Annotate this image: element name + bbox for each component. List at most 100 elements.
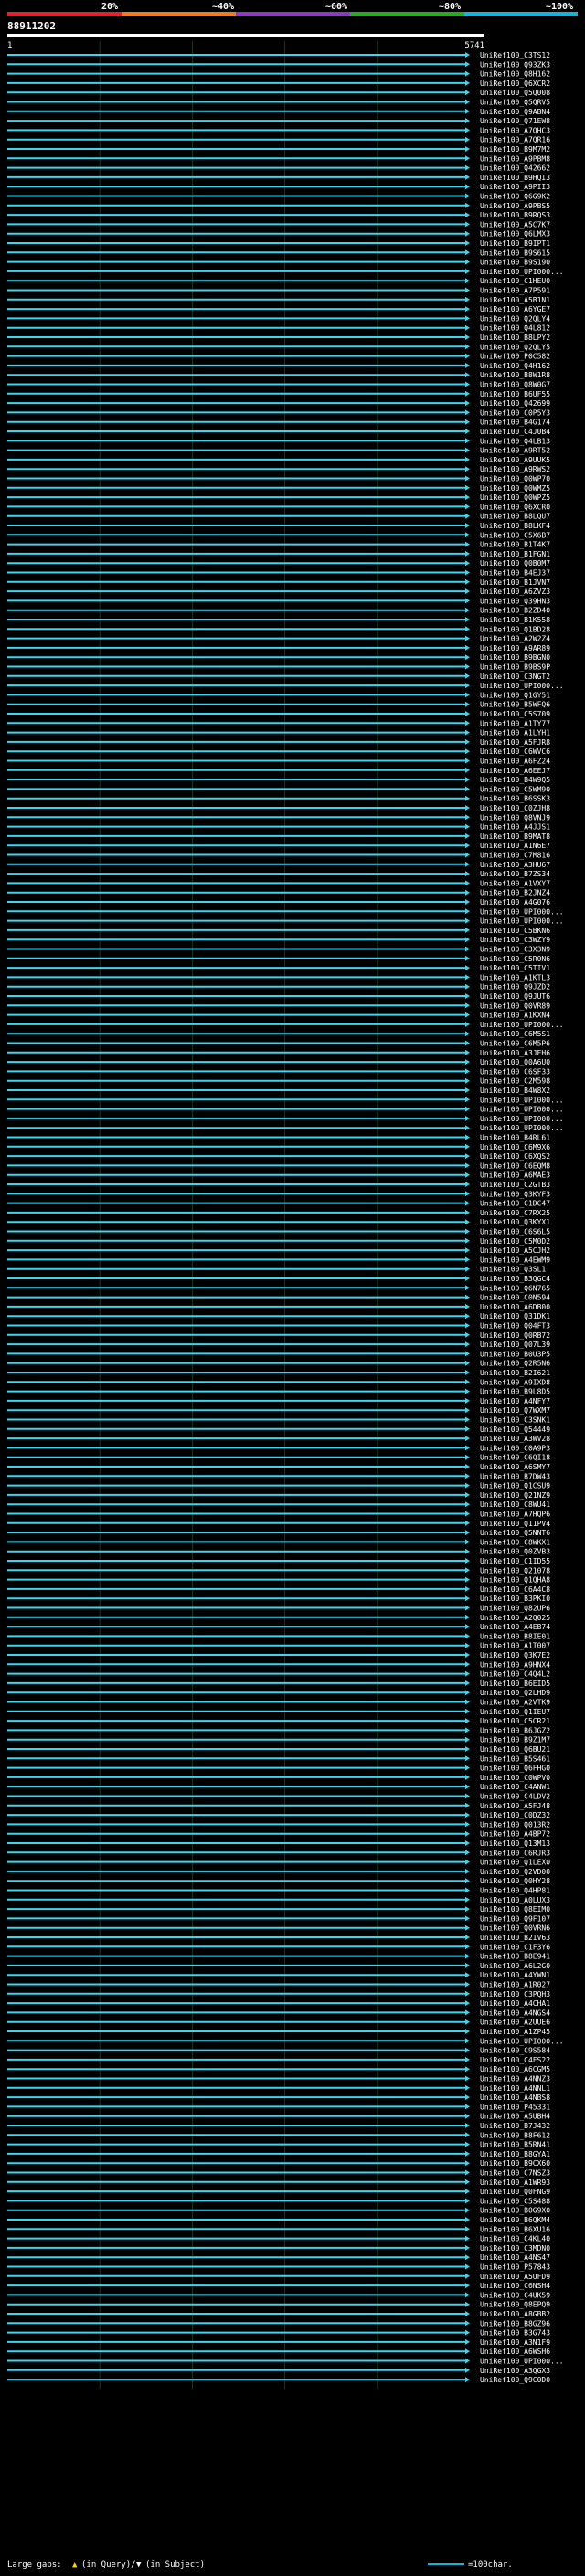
hit-label[interactable]: UniRef100_B6EID5 — [480, 1680, 550, 1688]
hit-label[interactable]: UniRef100_B3G743 — [480, 2329, 550, 2337]
hit-label[interactable]: UniRef100_A4CHA1 — [480, 1999, 550, 2008]
hit-label[interactable]: UniRef100_C5X6B7 — [480, 531, 550, 539]
hit-label[interactable]: UniRef100_C3TS12 — [480, 51, 550, 59]
hit-label[interactable]: UniRef100_A9PII3 — [480, 183, 550, 191]
hit-label[interactable]: UniRef100_A3JEH6 — [480, 1049, 550, 1057]
hit-label[interactable]: UniRef100_Q013R2 — [480, 1820, 550, 1829]
hit-label[interactable]: UniRef100_Q0HY28 — [480, 1877, 550, 1885]
hit-label[interactable]: UniRef100_P0C582 — [480, 353, 550, 361]
hit-label[interactable]: UniRef100_B4EJ37 — [480, 569, 550, 578]
hit-label[interactable]: UniRef100_Q4H162 — [480, 362, 550, 370]
hit-label[interactable]: UniRef100_UPI000... — [480, 2358, 564, 2366]
hit-label[interactable]: UniRef100_UPI000... — [480, 2037, 564, 2045]
hit-label[interactable]: UniRef100_UPI000... — [480, 907, 564, 916]
hit-label[interactable]: UniRef100_UPI000... — [480, 268, 564, 276]
hit-label[interactable]: UniRef100_C4J0B4 — [480, 428, 550, 436]
hit-label[interactable]: UniRef100_C3MDN0 — [480, 2244, 550, 2253]
hit-label[interactable]: UniRef100_C6S6L5 — [480, 1228, 550, 1236]
hit-label[interactable]: UniRef100_UPI000... — [480, 682, 564, 690]
hit-label[interactable]: UniRef100_Q3K7E2 — [480, 1651, 550, 1659]
hit-label[interactable]: UniRef100_Q21NZ9 — [480, 1491, 550, 1500]
hit-label[interactable]: UniRef100_B6SSK3 — [480, 795, 550, 803]
hit-label[interactable]: UniRef100_C5BKN6 — [480, 927, 550, 935]
hit-label[interactable]: UniRef100_A9UUK5 — [480, 456, 550, 464]
hit-label[interactable]: UniRef100_Q6BU21 — [480, 1745, 550, 1754]
hit-label[interactable]: UniRef100_Q8VNJ9 — [480, 813, 550, 822]
hit-label[interactable]: UniRef100_Q71EW8 — [480, 117, 550, 125]
hit-label[interactable]: UniRef100_Q5QRV5 — [480, 99, 550, 107]
hit-label[interactable]: UniRef100_A4EWM9 — [480, 1256, 550, 1264]
hit-label[interactable]: UniRef100_C1DC47 — [480, 1200, 550, 1208]
hit-label[interactable]: UniRef100_B8GZ96 — [480, 2319, 550, 2327]
hit-label[interactable]: UniRef100_Q0ZVB3 — [480, 1548, 550, 1556]
hit-label[interactable]: UniRef100_C3PQH3 — [480, 1990, 550, 1998]
hit-label[interactable]: UniRef100_C6XQS2 — [480, 1152, 550, 1161]
hit-label[interactable]: UniRef100_A5CJH2 — [480, 1246, 550, 1255]
hit-label[interactable]: UniRef100_B5RN41 — [480, 2141, 550, 2149]
hit-label[interactable]: UniRef100_A2W2Z4 — [480, 635, 550, 643]
hit-label[interactable]: UniRef100_A4EB74 — [480, 1623, 550, 1631]
hit-label[interactable]: UniRef100_B1FGN1 — [480, 550, 550, 558]
hit-label[interactable]: UniRef100_B9HQI3 — [480, 174, 550, 182]
hit-label[interactable]: UniRef100_C4UK59 — [480, 2291, 550, 2299]
hit-label[interactable]: UniRef100_C1ID55 — [480, 1557, 550, 1565]
hit-label[interactable]: UniRef100_B9RQS3 — [480, 211, 550, 219]
hit-label[interactable]: UniRef100_Q2VD00 — [480, 1868, 550, 1876]
hit-label[interactable]: UniRef100_C6M5S1 — [480, 1030, 550, 1038]
hit-label[interactable]: UniRef100_B7J432 — [480, 2122, 550, 2130]
hit-label[interactable]: UniRef100_UPI000... — [480, 917, 564, 926]
hit-label[interactable]: UniRef100_A8GBB2 — [480, 2310, 550, 2318]
hit-label[interactable]: UniRef100_A1LYH1 — [480, 729, 550, 737]
hit-label[interactable]: UniRef100_C5S709 — [480, 710, 550, 718]
hit-label[interactable]: UniRef100_Q9JZD2 — [480, 983, 550, 991]
hit-label[interactable]: UniRef100_A9HNX4 — [480, 1660, 550, 1669]
hit-label[interactable]: UniRef100_C0WPV0 — [480, 1774, 550, 1782]
hit-label[interactable]: UniRef100_C0P5Y3 — [480, 408, 550, 417]
hit-label[interactable]: UniRef100_A9RWS2 — [480, 465, 550, 473]
hit-label[interactable]: UniRef100_B3QGC4 — [480, 1275, 550, 1283]
hit-label[interactable]: UniRef100_A6L2G0 — [480, 1962, 550, 1970]
hit-label[interactable]: UniRef100_A3QGX3 — [480, 2367, 550, 2375]
hit-label[interactable]: UniRef100_Q6FHG0 — [480, 1765, 550, 1773]
hit-label[interactable]: UniRef100_A3HU67 — [480, 861, 550, 869]
hit-label[interactable]: UniRef100_B3PKI0 — [480, 1595, 550, 1603]
hit-label[interactable]: UniRef100_B8IE01 — [480, 1632, 550, 1640]
hit-label[interactable]: UniRef100_A4NGS4 — [480, 2009, 550, 2017]
hit-label[interactable]: UniRef100_B4W8X2 — [480, 1087, 550, 1095]
hit-label[interactable]: UniRef100_A1KXN4 — [480, 1012, 550, 1020]
hit-label[interactable]: UniRef100_B9M7M2 — [480, 145, 550, 154]
hit-label[interactable]: UniRef100_B8W1R8 — [480, 371, 550, 379]
hit-label[interactable]: UniRef100_Q7WXM7 — [480, 1406, 550, 1415]
hit-label[interactable]: UniRef100_C6A4C8 — [480, 1585, 550, 1594]
hit-label[interactable]: UniRef100_B9S615 — [480, 249, 550, 257]
hit-label[interactable]: UniRef100_P57843 — [480, 2263, 550, 2272]
hit-label[interactable]: UniRef100_A4NBS8 — [480, 2094, 550, 2102]
hit-label[interactable]: UniRef100_A6SMY7 — [480, 1463, 550, 1471]
hit-label[interactable]: UniRef100_C3NGT2 — [480, 673, 550, 681]
hit-label[interactable]: UniRef100_A7QHC3 — [480, 126, 550, 134]
hit-label[interactable]: UniRef100_A2UUE6 — [480, 2019, 550, 2027]
hit-label[interactable]: UniRef100_A1ZP45 — [480, 2028, 550, 2036]
hit-label[interactable]: UniRef100_A5C7K7 — [480, 220, 550, 228]
hit-label[interactable]: UniRef100_B0G9X0 — [480, 2207, 550, 2215]
hit-label[interactable]: UniRef100_Q1CSU9 — [480, 1482, 550, 1490]
hit-label[interactable]: UniRef100_B1T4K7 — [480, 541, 550, 549]
hit-label[interactable]: UniRef100_UPI000... — [480, 1096, 564, 1104]
hit-label[interactable]: UniRef100_C0A9P3 — [480, 1444, 550, 1452]
hit-label[interactable]: UniRef100_A6ZVZ3 — [480, 588, 550, 596]
hit-label[interactable]: UniRef100_A6FZ24 — [480, 758, 550, 766]
hit-label[interactable]: UniRef100_Q2R5N6 — [480, 1360, 550, 1368]
hit-label[interactable]: UniRef100_C4Q4L2 — [480, 1670, 550, 1679]
hit-label[interactable]: UniRef100_A4YWN1 — [480, 1971, 550, 1979]
hit-label[interactable]: UniRef100_B2JNZ4 — [480, 889, 550, 897]
hit-label[interactable]: UniRef100_Q2LHD9 — [480, 1689, 550, 1697]
hit-label[interactable]: UniRef100_A6EEJ7 — [480, 767, 550, 775]
hit-label[interactable]: UniRef100_B1JVN7 — [480, 578, 550, 587]
hit-label[interactable]: UniRef100_Q1GY51 — [480, 691, 550, 699]
hit-label[interactable]: UniRef100_Q0A6U0 — [480, 1058, 550, 1066]
hit-label[interactable]: UniRef100_Q3KYF3 — [480, 1190, 550, 1198]
hit-label[interactable]: UniRef100_B9MAT8 — [480, 832, 550, 841]
hit-label[interactable]: UniRef100_Q0FNG9 — [480, 2188, 550, 2196]
hit-label[interactable]: UniRef100_Q42662 — [480, 164, 550, 173]
hit-label[interactable]: UniRef100_Q8W0G7 — [480, 381, 550, 389]
